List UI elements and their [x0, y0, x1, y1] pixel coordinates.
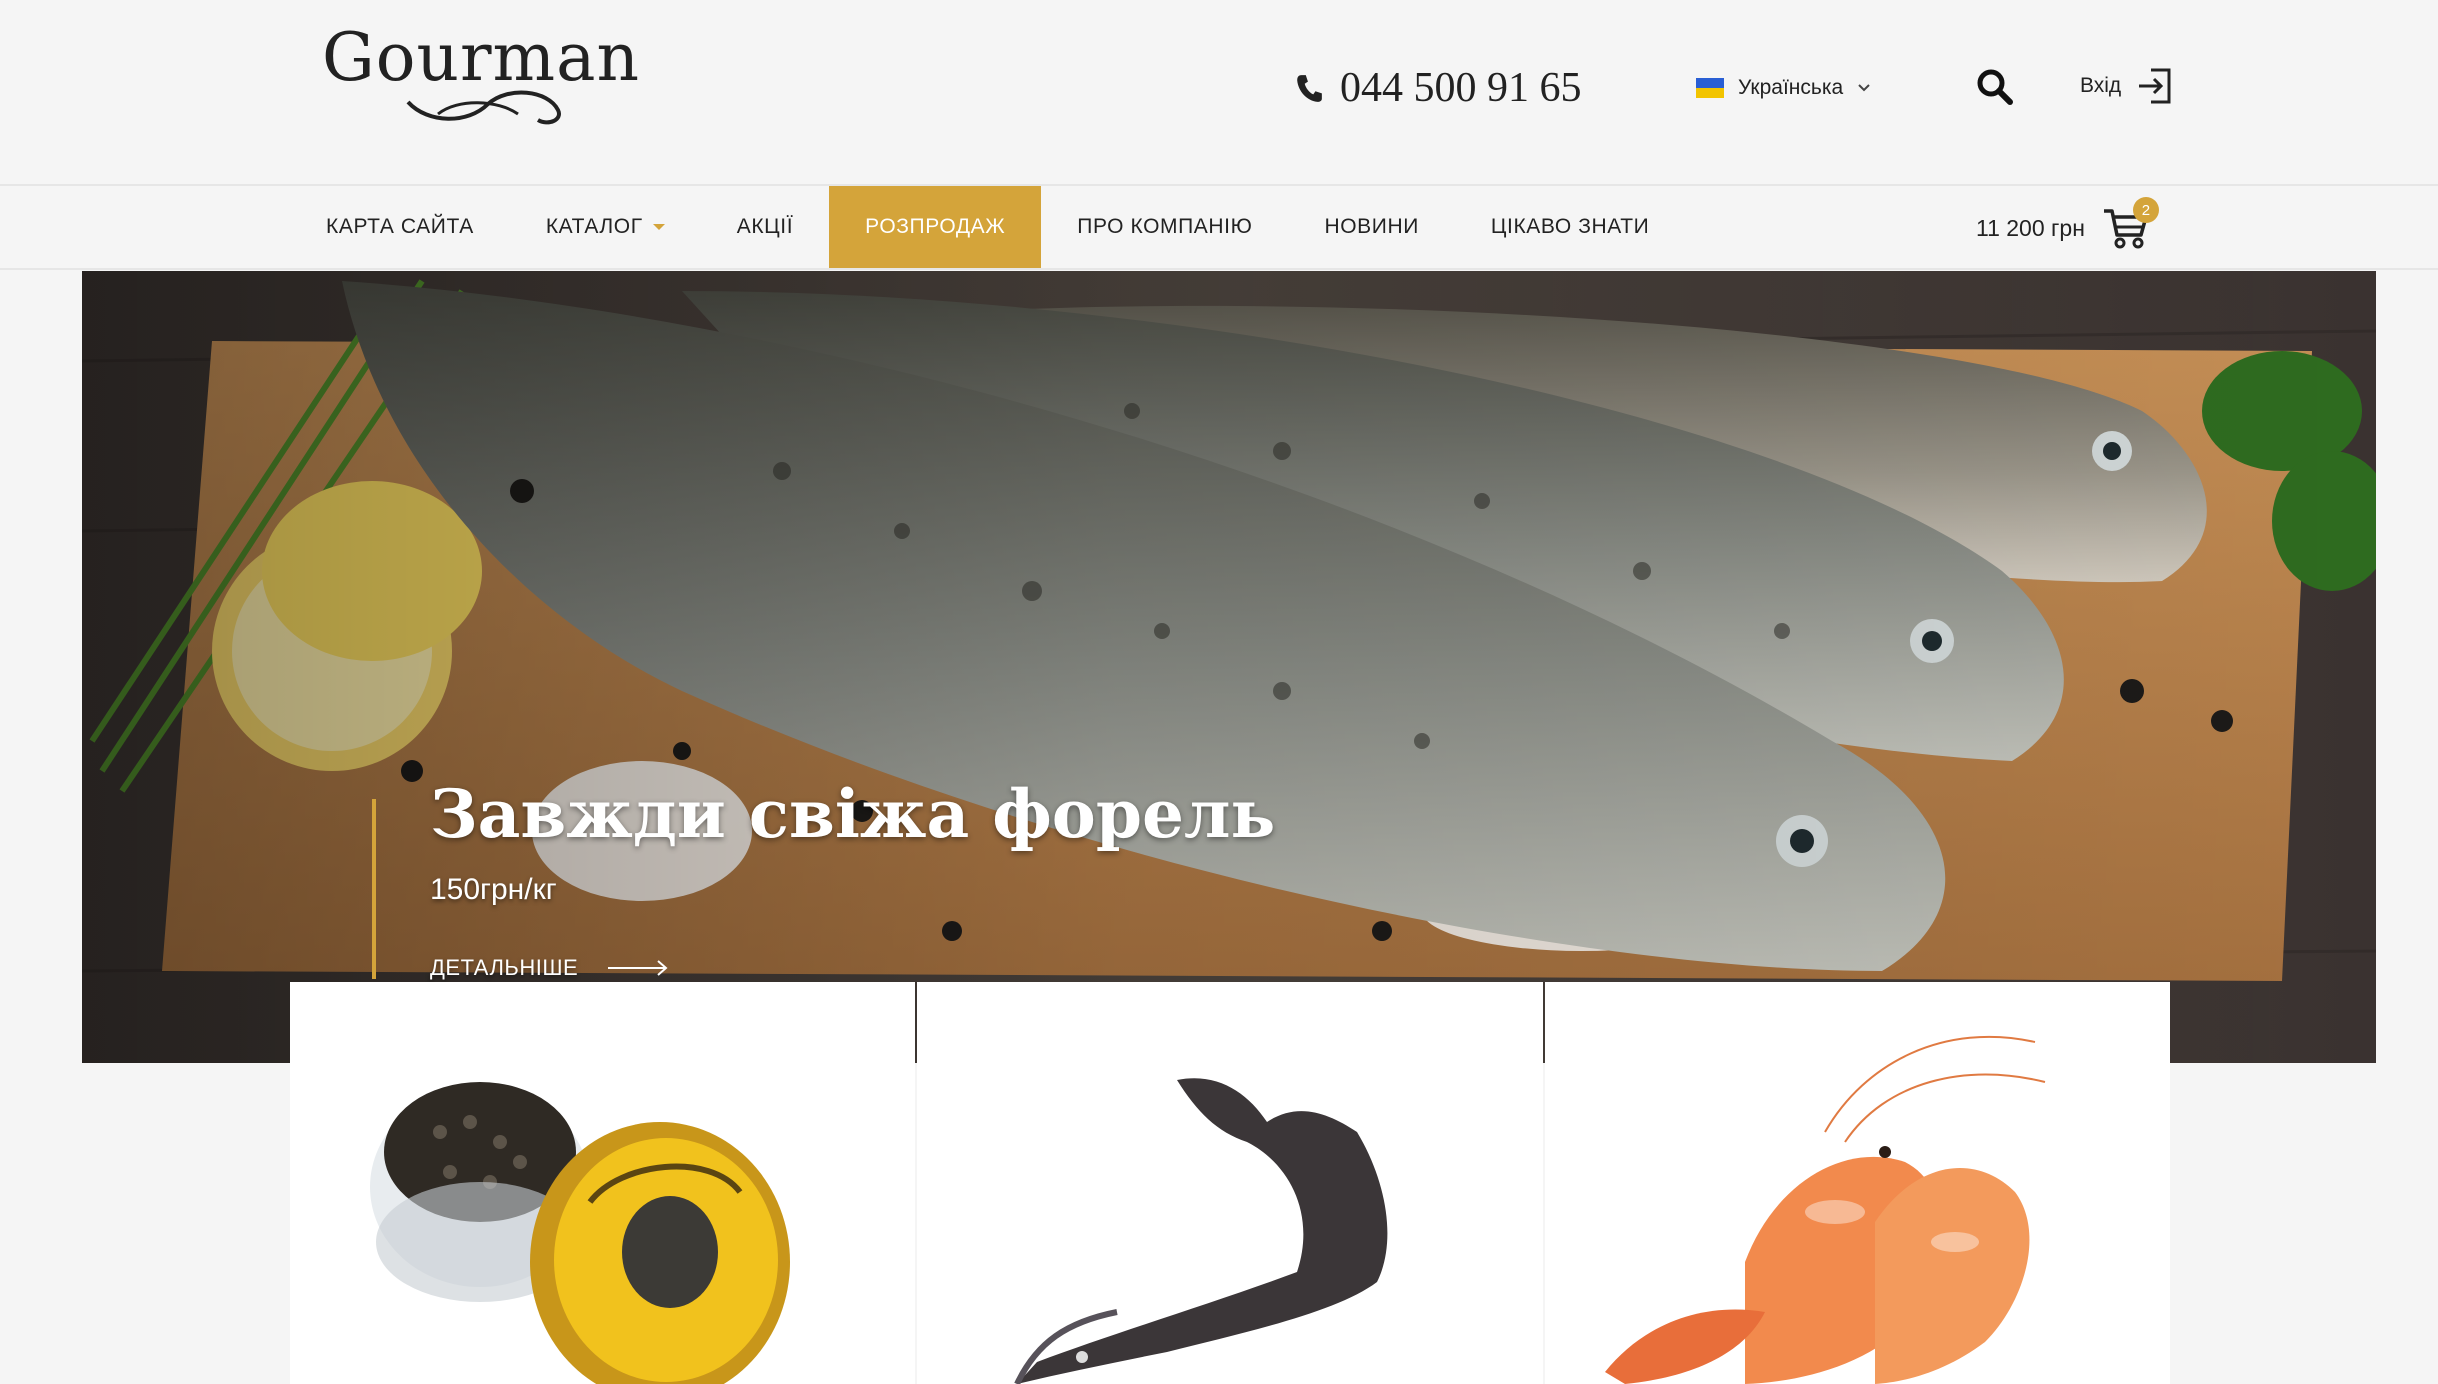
main-nav: КАРТА САЙТА КАТАЛОГ АКЦІЇ РОЗПРОДАЖ ПРО …: [290, 186, 1685, 268]
hero-price: 150грн/кг: [430, 873, 557, 906]
language-label: Українська: [1738, 76, 1844, 99]
nav-item-interesting[interactable]: ЦІКАВО ЗНАТИ: [1455, 186, 1685, 268]
cart-count-badge: 2: [2132, 197, 2159, 223]
cart-button[interactable]: 11 200 грн 2: [1976, 197, 2159, 256]
nav-item-catalog[interactable]: КАТАЛОГ: [510, 186, 701, 268]
login-button[interactable]: Вхід: [2080, 64, 2173, 108]
logo[interactable]: Gourman: [322, 18, 652, 130]
page: Gourman 044 500 91 65 Українська Вхід КА…: [0, 0, 2438, 1384]
nav-label: КАРТА САЙТА: [326, 215, 474, 238]
cart-icon-wrap: 2: [2101, 197, 2159, 253]
shrimp-image: [1604, 1035, 2045, 1384]
hero-banner[interactable]: Завжди свіжа форель 150грн/кг ДЕТАЛЬНІШЕ: [82, 271, 2376, 1063]
arrow-right-icon: [608, 960, 668, 976]
hero-more-link[interactable]: ДЕТАЛЬНІШЕ: [430, 955, 670, 981]
nav-item-promotions[interactable]: АКЦІЇ: [701, 186, 829, 268]
phone-number: 044 500 91 65: [1340, 65, 1582, 111]
product-cards: [290, 982, 2170, 1384]
product-card-shrimp[interactable]: [1544, 982, 2170, 1384]
caret-down-icon: [652, 224, 665, 230]
hero-title: Завжди свіжа форель: [430, 775, 1276, 853]
nav-item-about[interactable]: ПРО КОМПАНІЮ: [1041, 186, 1288, 268]
product-card-sturgeon[interactable]: [917, 982, 1543, 1384]
nav-label: КАТАЛОГ: [545, 215, 643, 238]
phone-icon: [1297, 75, 1322, 102]
nav-item-sale[interactable]: РОЗПРОДАЖ: [829, 186, 1042, 268]
chevron-down-icon: [1858, 84, 1870, 92]
divider: [0, 268, 2438, 270]
trout-on-board-image: [82, 271, 2376, 1063]
cart-total: 11 200 грн: [1976, 214, 2085, 241]
logo-flourish-icon: [406, 90, 561, 125]
nav-item-news[interactable]: НОВИНИ: [1288, 186, 1454, 268]
search-button[interactable]: [1974, 66, 2016, 108]
nav-label: НОВИНИ: [1324, 215, 1419, 238]
product-card-caviar[interactable]: [290, 982, 916, 1384]
nav-label: ЦІКАВО ЗНАТИ: [1490, 215, 1650, 238]
header: Gourman 044 500 91 65 Українська Вхід: [0, 0, 2438, 184]
nav-label: РОЗПРОДАЖ: [865, 215, 1006, 238]
caviar-jar-image: [370, 1082, 790, 1384]
hero-accent-line: [372, 799, 376, 979]
ukraine-flag-icon: [1696, 78, 1724, 98]
hero-more-label: ДЕТАЛЬНІШЕ: [430, 955, 579, 980]
sturgeon-image: [1014, 1078, 1388, 1384]
nav-item-sitemap[interactable]: КАРТА САЙТА: [290, 186, 510, 268]
search-icon: [1977, 69, 2013, 105]
nav-label: АКЦІЇ: [736, 215, 794, 238]
login-icon: [2139, 68, 2171, 104]
nav-label: ПРО КОМПАНІЮ: [1077, 215, 1253, 238]
phone-contact[interactable]: 044 500 91 65: [1296, 60, 1582, 116]
login-label: Вхід: [2080, 74, 2122, 97]
language-selector[interactable]: Українська: [1696, 70, 1871, 106]
